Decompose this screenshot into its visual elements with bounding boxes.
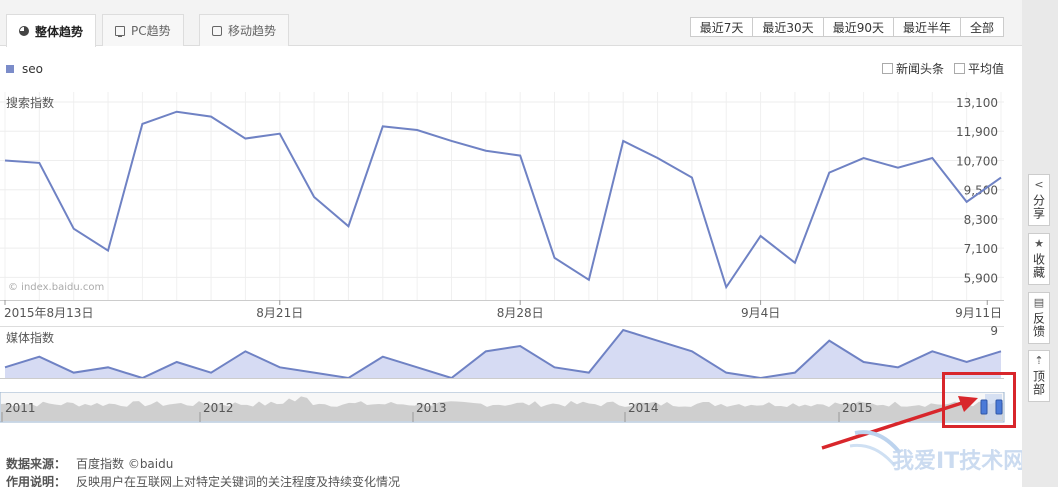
back-to-top-button[interactable]: ⇡ 顶部 [1028,350,1050,402]
right-sidebar: < 分享 ★ 收藏 ▤ 反馈 ⇡ 顶部 [1022,0,1058,487]
feedback-icon: ▤ [1033,296,1045,309]
sidebar-label: 收藏 [1031,253,1046,279]
to-top-icon: ⇡ [1034,354,1044,367]
source-value: 百度指数 ©baidu [76,457,174,471]
sidebar-label: 反馈 [1031,312,1046,338]
share-icon: < [1034,178,1044,191]
usage-value: 反映用户在互联网上对特定关键词的关注程度及持续变化情况 [76,475,401,487]
feedback-button[interactable]: ▤ 反馈 [1028,292,1050,344]
favorite-button[interactable]: ★ 收藏 [1028,233,1050,285]
annotation-arrow [821,396,978,450]
footer-info: 数据来源： 百度指数 ©baidu 作用说明： 反映用户在互联网上对特定关键词的关注… [6,455,400,487]
share-button[interactable]: < 分享 [1028,174,1050,226]
sidebar-label: 分享 [1031,194,1046,220]
star-icon: ★ [1034,237,1044,250]
usage-key: 作用说明： [6,475,67,487]
source-key: 数据来源： [6,457,67,471]
sidebar-label: 顶部 [1031,370,1046,396]
